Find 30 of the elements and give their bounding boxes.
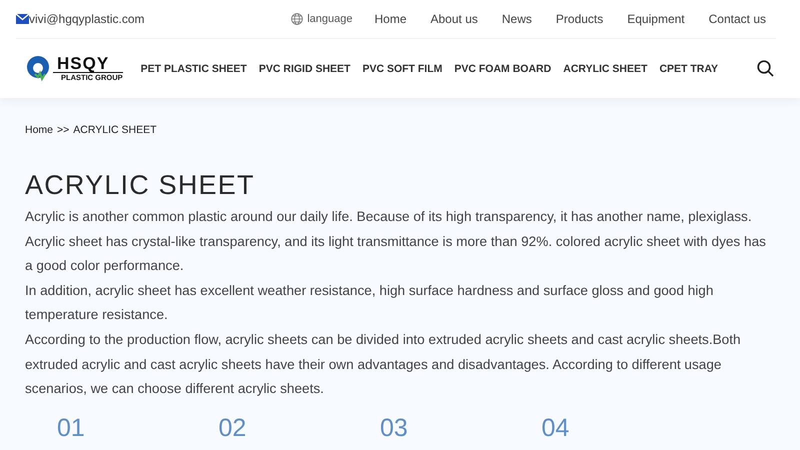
search-icon[interactable] (757, 60, 774, 77)
envelope-icon (16, 14, 29, 24)
step-number: 02 (218, 414, 248, 443)
step-number: 01 (57, 414, 86, 443)
email-link[interactable]: vivi@hgqyplastic.com (29, 12, 145, 26)
top-link[interactable]: About us (416, 12, 488, 26)
nav-link[interactable]: PET PLASTIC SHEET (140, 62, 247, 74)
breadcrumb-item[interactable]: ACRYLIC SHEET (73, 124, 157, 136)
nav-link[interactable]: PVC SOFT FILM (362, 62, 442, 74)
logo-text: HSQY (53, 55, 123, 74)
top-link[interactable]: Equipment (613, 12, 695, 26)
body-paragraph: In addition, acrylic sheet has excellent weather resistance, high surface hardness and surface gloss and good high temperature resistance. (25, 282, 714, 324)
logo-icon (26, 54, 52, 82)
top-link[interactable]: News (488, 12, 542, 26)
step-number: 04 (542, 414, 570, 443)
breadcrumb-item[interactable]: Home (25, 124, 54, 136)
nav-link[interactable]: ACRYLIC SHEET (563, 62, 648, 74)
page-title: ACRYLIC SHEET (25, 170, 256, 201)
body-paragraph: Acrylic is another common plastic around our daily life. Because of its high transparency, it has another name, plexiglass. Acrylic sheet has crystal-like transparency, and its light transmittance is more than 92%. colored acrylic sheet with dyes has a good color performance. (25, 208, 767, 276)
top-link[interactable]: Products (542, 12, 614, 26)
top-link[interactable]: Contact us (694, 12, 776, 26)
top-link[interactable]: Home (360, 12, 416, 26)
step-number: 03 (380, 414, 409, 443)
language-selector[interactable]: language (307, 13, 352, 25)
breadcrumb-separator: >> (57, 124, 70, 136)
globe-icon (291, 13, 304, 25)
nav-link[interactable]: PVC RIGID SHEET (258, 62, 350, 74)
nav-link[interactable]: CPET TRAY (659, 62, 718, 74)
nav-link[interactable]: PVC FOAM BOARD (454, 62, 552, 74)
body-paragraph: According to the production flow, acrylic sheets can be divided into extruded acrylic sheets and cast acrylic sheets.Both extruded acrylic and cast acrylic sheets have their own advantages and disadvantages. According to different usage scenarios, we can choose different acrylic sheets. (25, 330, 742, 398)
